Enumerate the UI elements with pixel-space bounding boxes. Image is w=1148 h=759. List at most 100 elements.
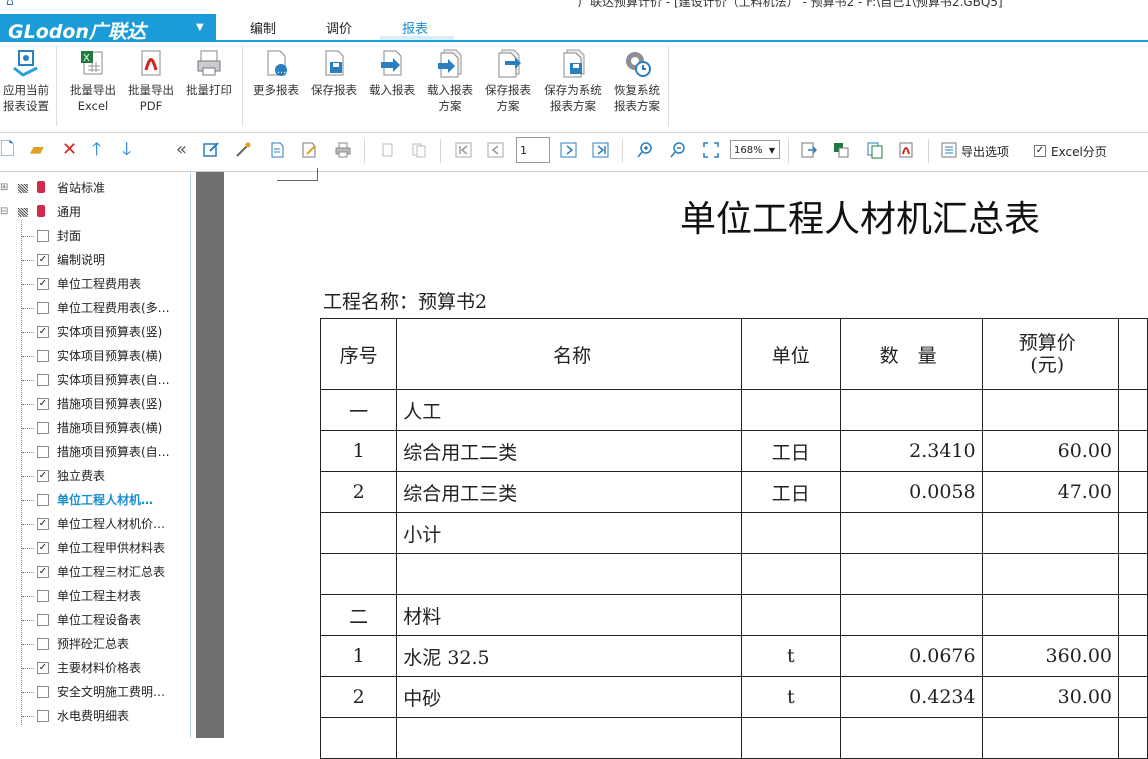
tree-item-checkbox[interactable]: [37, 590, 49, 602]
first-page-icon[interactable]: [455, 141, 473, 159]
toolbar-separator: [788, 139, 789, 163]
delete-icon[interactable]: ✕: [62, 140, 77, 160]
export-options-button[interactable]: 导出选项: [961, 143, 1009, 160]
tree-item-checkbox[interactable]: ✓: [37, 254, 49, 266]
zoom-select[interactable]: 168% ▼: [730, 140, 780, 159]
export-pdf-icon[interactable]: [898, 141, 916, 159]
new-report-icon[interactable]: 🗋: [0, 140, 14, 160]
cell-seq: [319, 717, 398, 759]
next-page-icon[interactable]: [560, 141, 578, 159]
print-icon[interactable]: [334, 141, 352, 159]
tree-item-checkbox[interactable]: ✓: [37, 326, 49, 338]
tree-item-checkbox[interactable]: ✓: [37, 566, 49, 578]
tree-item-checkbox[interactable]: [37, 614, 49, 626]
tree-item-checkbox[interactable]: [37, 686, 49, 698]
tree-connector: [22, 380, 34, 381]
tree-item-checkbox[interactable]: [37, 302, 49, 314]
tree-item-checkbox[interactable]: ✓: [37, 278, 49, 290]
tab-adjust-price[interactable]: 调价: [326, 18, 352, 37]
edit-page-icon[interactable]: [300, 141, 318, 159]
app-logo-menu[interactable]: GLodon广联达 ▼: [0, 14, 216, 43]
batch-export-pdf-button[interactable]: 批量导出 PDF: [124, 48, 178, 114]
chevron-down-icon: ▼: [196, 22, 204, 33]
tree-item-checkbox[interactable]: ✓: [37, 542, 49, 554]
cell-unit: [740, 553, 841, 595]
header-unit: 单位: [740, 318, 841, 390]
zoom-value: 168%: [734, 145, 763, 156]
zoom-out-icon[interactable]: [669, 141, 687, 159]
page-number-input[interactable]: 1: [516, 137, 550, 163]
move-up-icon[interactable]: 🡑: [92, 140, 101, 160]
tree-item-checkbox[interactable]: ✓: [37, 398, 49, 410]
tree-item-checkbox[interactable]: ✓: [37, 518, 49, 530]
cell-qty: 0.0676: [839, 635, 983, 677]
quick-access-icon[interactable]: ⌂: [6, 0, 14, 8]
cell-seq: [319, 512, 398, 554]
tree-item-checkbox[interactable]: ✓: [37, 470, 49, 482]
restore-system-icon: [626, 52, 651, 77]
batch-print-button[interactable]: 批量打印: [182, 48, 236, 98]
single-page-icon[interactable]: [378, 141, 396, 159]
cell-overflow: [1118, 389, 1148, 431]
save-as-system-scheme-button[interactable]: 保存为系统 报表方案: [540, 48, 606, 114]
move-down-icon[interactable]: 🡓: [122, 140, 131, 160]
tree-connector: [22, 620, 34, 621]
load-report-button[interactable]: 载入报表: [366, 48, 418, 98]
more-reports-button[interactable]: … 更多报表: [250, 48, 302, 98]
tree-item-checkbox[interactable]: [37, 422, 49, 434]
edit-report-icon[interactable]: [202, 141, 220, 159]
cell-unit: 工日: [740, 430, 841, 472]
batch-print-icon: [197, 50, 221, 76]
svg-text:…: …: [277, 66, 286, 76]
page-setup-icon[interactable]: [268, 141, 286, 159]
tree-item-label: 单位工程三材汇总表: [57, 565, 166, 579]
tree-item-label: 预拌砼汇总表: [57, 637, 130, 651]
tree-item-checkbox[interactable]: [37, 230, 49, 242]
cell-overflow: [1118, 471, 1148, 513]
tree-item-checkbox[interactable]: [37, 350, 49, 362]
tree-connector: [22, 548, 34, 549]
export-options-icon[interactable]: [940, 141, 958, 159]
excel-paging-checkbox[interactable]: ✓: [1034, 145, 1046, 157]
expand-icon[interactable]: ⊞: [0, 176, 8, 200]
zoom-in-icon[interactable]: [636, 141, 654, 159]
cell-overflow: [1118, 676, 1148, 718]
save-report-scheme-button[interactable]: 保存报表 方案: [482, 48, 534, 114]
cell-name: [396, 553, 742, 595]
multi-page-icon[interactable]: [410, 141, 428, 159]
save-report-button[interactable]: 保存报表: [308, 48, 360, 98]
export-copy-icon[interactable]: [866, 141, 884, 159]
last-page-icon[interactable]: [592, 141, 610, 159]
tab-reports[interactable]: 报表: [402, 18, 428, 37]
tree-item-label: 措施项目预算表(自…: [57, 445, 170, 459]
tree-item-checkbox[interactable]: [37, 494, 49, 506]
export-excel-green-icon[interactable]: [832, 141, 850, 159]
tree-item-checkbox[interactable]: [37, 446, 49, 458]
tree-item-label: 实体项目预算表(自…: [57, 373, 170, 387]
previous-page-icon[interactable]: [487, 141, 505, 159]
cell-seq: 1: [319, 635, 398, 677]
new-folder-icon[interactable]: ▰: [30, 140, 44, 160]
cell-name: 中砂: [396, 676, 742, 718]
load-report-scheme-button[interactable]: 载入报表 方案: [424, 48, 476, 114]
design-icon[interactable]: [234, 141, 252, 159]
batch-export-excel-button[interactable]: X 批量导出 Excel: [66, 48, 120, 114]
restore-system-scheme-button[interactable]: 恢复系统 报表方案: [610, 48, 664, 114]
tree-connector: [22, 404, 34, 405]
cell-name: 综合用工二类: [396, 430, 742, 472]
folder-pattern-icon: [18, 208, 28, 217]
tree-item-checkbox[interactable]: [37, 710, 49, 722]
tab-edit[interactable]: 编制: [250, 18, 276, 37]
apply-report-settings-button[interactable]: 应用当前 报表设置: [0, 48, 52, 114]
tree-item-checkbox[interactable]: ✓: [37, 662, 49, 674]
export-excel-icon[interactable]: [800, 141, 818, 159]
fit-page-icon[interactable]: [702, 141, 720, 159]
tree-item-checkbox[interactable]: [37, 374, 49, 386]
cell-overflow: [1118, 430, 1148, 472]
header-name: 名称: [396, 318, 742, 390]
collapse-panel-icon[interactable]: «: [176, 140, 187, 160]
tree-connector: [22, 668, 34, 669]
tree-item-checkbox[interactable]: [37, 638, 49, 650]
cell-unit: 工日: [740, 471, 841, 513]
collapse-icon[interactable]: ⊟: [0, 200, 8, 224]
